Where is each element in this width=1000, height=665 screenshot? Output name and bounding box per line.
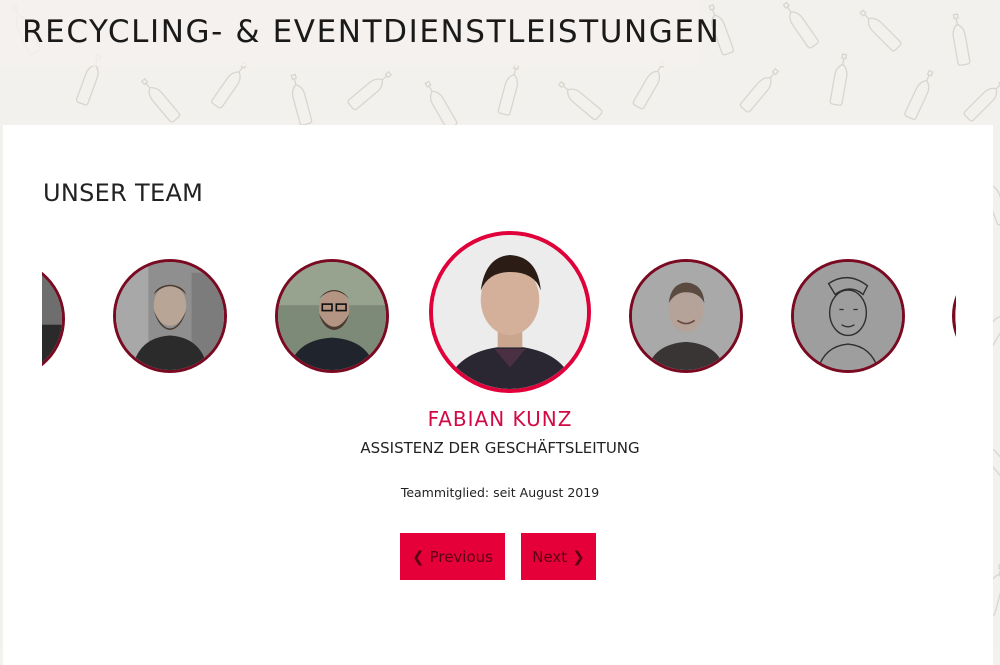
member-since: Teammitglied: seit August 2019 [400, 485, 600, 500]
chevron-right-icon: ❯ [572, 547, 585, 566]
site-title: RECYCLING- & EVENTDIENSTLEISTUNGEN [22, 14, 721, 50]
previous-button[interactable]: ❮ Previous [400, 533, 505, 580]
member-role: ASSISTENZ DER GESCHÄFTSLEITUNG [360, 439, 640, 457]
team-carousel [42, 227, 956, 407]
team-member-avatar[interactable] [629, 259, 743, 373]
team-member-avatar-active[interactable] [429, 231, 591, 393]
previous-button-label: Previous [429, 547, 493, 566]
team-member-avatar-partial-left[interactable] [42, 259, 65, 379]
team-member-avatar[interactable] [113, 259, 227, 373]
member-name: FABIAN KUNZ [427, 407, 573, 431]
next-button-label: Next [532, 547, 568, 566]
team-member-avatar[interactable] [791, 259, 905, 373]
man-glasses-photo-icon [278, 262, 386, 370]
section-title: UNSER TEAM [43, 179, 204, 207]
team-member-avatar-partial-right[interactable] [952, 259, 956, 373]
content-card: UNSER TEAM FABIAN KUNZ ASSISTENZ DER GES… [3, 125, 993, 665]
sketch-portrait-icon [794, 262, 902, 370]
chevron-left-icon: ❮ [412, 547, 425, 566]
team-member-avatar[interactable] [275, 259, 389, 373]
smiling-man-photo-icon [632, 262, 740, 370]
bearded-man-photo-icon [116, 262, 224, 370]
fabian-kunz-photo-icon [433, 235, 587, 389]
person-photo-icon [955, 262, 956, 370]
next-button[interactable]: Next ❯ [521, 533, 596, 580]
person-photo-icon [42, 262, 62, 376]
